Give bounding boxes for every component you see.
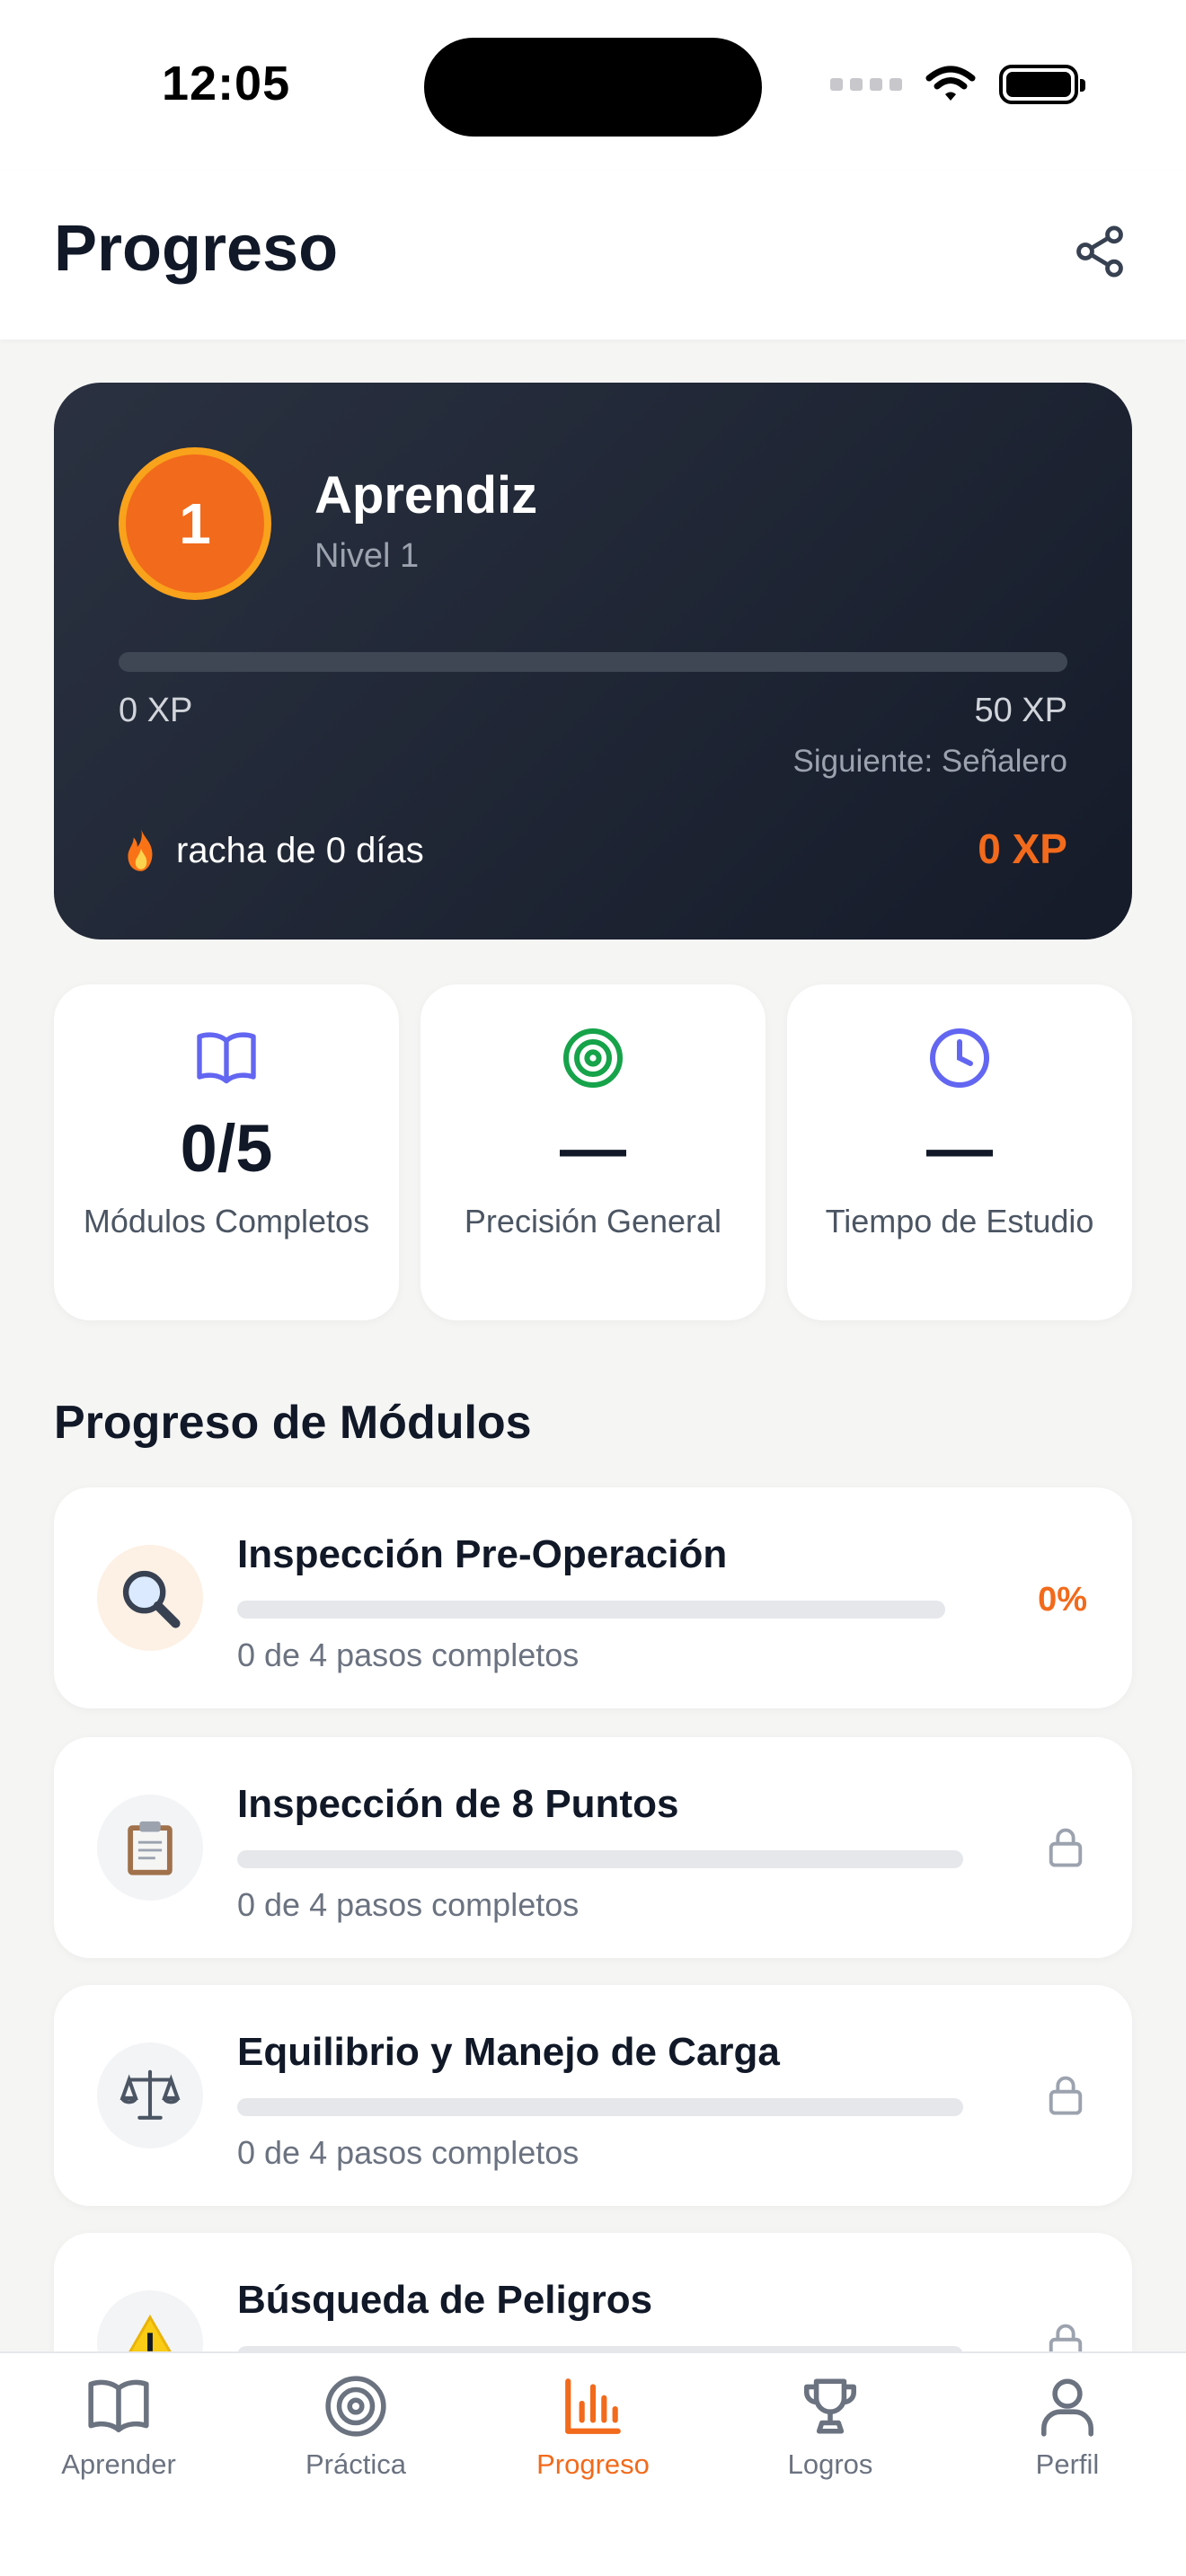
module-icon-container <box>97 1795 203 1901</box>
share-icon <box>1076 225 1123 278</box>
nav-label: Perfil <box>1035 2448 1100 2480</box>
clipboard-icon <box>128 1821 173 1875</box>
signal-icon <box>830 78 902 91</box>
stat-label: Precisión General <box>464 1203 722 1239</box>
book-icon <box>197 1032 256 1084</box>
level-subtitle: Nivel 1 <box>314 537 420 575</box>
page-header: Progreso <box>0 171 1186 340</box>
trophy-icon <box>804 2378 856 2434</box>
next-level-label: Siguiente: Señalero <box>792 744 1068 779</box>
nav-item-logros[interactable]: Logros <box>712 2373 949 2481</box>
module-card[interactable]: Inspección Pre-Operación 0 de 4 pasos co… <box>54 1487 1132 1708</box>
module-title: Inspección de 8 Puntos <box>237 1782 679 1826</box>
module-subtitle: 0 de 4 pasos completos <box>237 2134 580 2171</box>
module-subtitle: 0 de 4 pasos completos <box>237 1636 580 1673</box>
nav-label: Aprender <box>61 2448 176 2480</box>
status-icons <box>830 65 1085 104</box>
module-percent: 0% <box>1038 1581 1087 1619</box>
page-title: Progreso <box>54 213 339 285</box>
dynamic-island <box>424 38 762 137</box>
stat-value: — <box>926 1111 993 1186</box>
status-bar: 12:05 <box>0 0 1186 171</box>
xp-min-label: 0 XP <box>119 692 193 729</box>
target-icon <box>563 1028 623 1088</box>
module-card[interactable]: Inspección de 8 Puntos 0 de 4 pasos comp… <box>54 1737 1132 1958</box>
nav-label: Logros <box>787 2448 873 2480</box>
scales-icon <box>119 2069 181 2120</box>
xp-max-label: 50 XP <box>974 692 1067 729</box>
nav-item-practica[interactable]: Práctica <box>237 2373 474 2481</box>
module-title: Búsqueda de Peligros <box>237 2278 653 2322</box>
clock-icon <box>930 1028 989 1088</box>
modules-section-title: Progreso de Módulos <box>54 1397 532 1449</box>
lock-icon <box>1049 2076 1083 2115</box>
book-icon <box>88 2379 149 2432</box>
xp-progress-bar <box>119 652 1067 672</box>
lock-icon <box>1049 1828 1083 1867</box>
stat-value: — <box>560 1111 626 1186</box>
module-title: Equilibrio y Manejo de Carga <box>237 2030 780 2074</box>
nav-label: Práctica <box>305 2448 406 2480</box>
xp-total: 0 XP <box>978 825 1067 872</box>
module-progress-bar <box>237 2098 963 2116</box>
nav-item-progreso[interactable]: Progreso <box>474 2373 712 2481</box>
stat-value: 0/5 <box>180 1111 273 1186</box>
bar-chart-icon <box>565 2378 621 2434</box>
streak: racha de 0 días <box>119 826 424 875</box>
nav-item-perfil[interactable]: Perfil <box>949 2373 1186 2481</box>
module-progress-bar <box>237 1850 963 1868</box>
module-progress-bar <box>237 1601 945 1619</box>
streak-label: racha de 0 días <box>176 830 424 870</box>
fire-icon <box>128 828 153 871</box>
battery-icon <box>999 65 1085 104</box>
bottom-nav: Aprender Práctica Progreso Logros Perfil <box>0 2351 1186 2576</box>
level-name: Aprendiz <box>314 466 538 525</box>
status-time: 12:05 <box>162 57 291 110</box>
module-icon-container <box>97 2042 203 2148</box>
stat-label: Tiempo de Estudio <box>825 1203 1094 1239</box>
stat-card-study-time: — Tiempo de Estudio <box>787 984 1132 1320</box>
module-card[interactable]: Equilibrio y Manejo de Carga 0 de 4 paso… <box>54 1985 1132 2206</box>
nav-label: Progreso <box>536 2448 650 2480</box>
wifi-icon <box>925 66 976 101</box>
target-icon <box>325 2376 386 2437</box>
level-badge: 1 <box>119 447 271 600</box>
module-title: Inspección Pre-Operación <box>237 1532 728 1576</box>
stat-card-accuracy: — Precisión General <box>420 984 766 1320</box>
share-button[interactable] <box>1064 216 1136 287</box>
user-icon <box>1041 2378 1093 2437</box>
module-subtitle: 0 de 4 pasos completos <box>237 1886 580 1923</box>
stat-label: Módulos Completos <box>83 1203 370 1239</box>
nav-item-aprender[interactable]: Aprender <box>0 2373 237 2481</box>
magnifier-icon <box>122 1570 181 1628</box>
module-icon-container <box>97 1545 203 1651</box>
stat-card-modules: 0/5 Módulos Completos <box>54 984 399 1320</box>
level-card: 1 Aprendiz Nivel 1 0 XP 50 XP Siguiente:… <box>54 383 1132 940</box>
